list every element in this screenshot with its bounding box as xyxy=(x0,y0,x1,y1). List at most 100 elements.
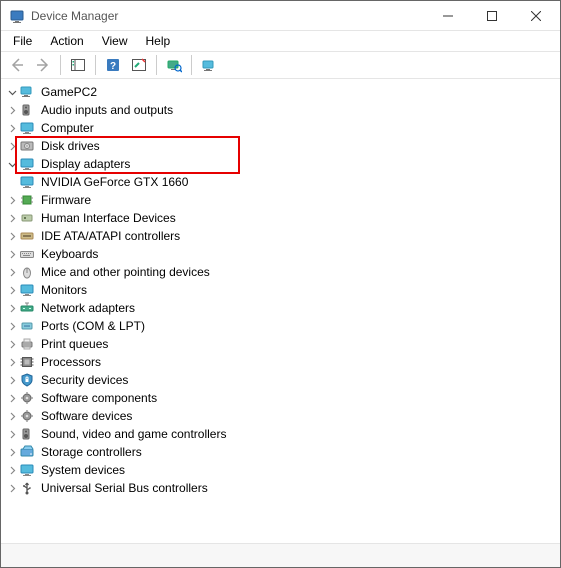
chevron-right-icon[interactable] xyxy=(5,373,19,387)
monitor-icon xyxy=(19,174,35,190)
tree-node-label: Universal Serial Bus controllers xyxy=(39,481,210,495)
tree-node-label: NVIDIA GeForce GTX 1660 xyxy=(39,175,190,189)
tree-root-node[interactable]: GamePC2 xyxy=(3,83,558,101)
chevron-right-icon[interactable] xyxy=(5,211,19,225)
chevron-right-icon[interactable] xyxy=(5,139,19,153)
chevron-right-icon[interactable] xyxy=(5,319,19,333)
tree-node-swdev[interactable]: Software devices xyxy=(3,407,558,425)
toolbar-separator xyxy=(191,55,192,75)
tree-node-label: Software components xyxy=(39,391,159,405)
tree-node-label: GamePC2 xyxy=(39,85,99,99)
chevron-down-icon[interactable] xyxy=(5,85,19,99)
chevron-right-icon[interactable] xyxy=(5,103,19,117)
back-button[interactable] xyxy=(5,54,29,76)
tree-node-label: Disk drives xyxy=(39,139,102,153)
chevron-down-icon[interactable] xyxy=(5,157,19,171)
close-button[interactable] xyxy=(514,1,558,30)
tree-node-disk[interactable]: Disk drives xyxy=(3,137,558,155)
chevron-right-icon[interactable] xyxy=(5,265,19,279)
chevron-right-icon[interactable] xyxy=(5,463,19,477)
tree-node-usb[interactable]: Universal Serial Bus controllers xyxy=(3,479,558,497)
tree-node-label: Display adapters xyxy=(39,157,132,171)
computer-root-icon xyxy=(19,84,35,100)
chevron-right-icon[interactable] xyxy=(5,121,19,135)
tree-node-security[interactable]: Security devices xyxy=(3,371,558,389)
mouse-icon xyxy=(19,264,35,280)
tree-node-system[interactable]: System devices xyxy=(3,461,558,479)
tree-node-printq[interactable]: Print queues xyxy=(3,335,558,353)
disk-icon xyxy=(19,138,35,154)
chevron-right-icon[interactable] xyxy=(5,445,19,459)
port-icon xyxy=(19,318,35,334)
scan-hardware-button[interactable] xyxy=(162,54,186,76)
tree-node-monitors[interactable]: Monitors xyxy=(3,281,558,299)
tree-device-node[interactable]: NVIDIA GeForce GTX 1660 xyxy=(3,173,558,191)
tree-node-label: Security devices xyxy=(39,373,130,387)
monitor-icon xyxy=(19,462,35,478)
chevron-right-icon[interactable] xyxy=(5,355,19,369)
usb-icon xyxy=(19,480,35,496)
chevron-right-icon[interactable] xyxy=(5,283,19,297)
tree-node-ports[interactable]: Ports (COM & LPT) xyxy=(3,317,558,335)
chevron-right-icon[interactable] xyxy=(5,229,19,243)
tree-node-label: System devices xyxy=(39,463,127,477)
menu-file[interactable]: File xyxy=(5,33,40,49)
tree-node-label: Monitors xyxy=(39,283,89,297)
titlebar: Device Manager xyxy=(1,1,560,31)
tree-node-sound[interactable]: Sound, video and game controllers xyxy=(3,425,558,443)
security-icon xyxy=(19,372,35,388)
minimize-button[interactable] xyxy=(426,1,470,30)
tree-node-display[interactable]: Display adapters xyxy=(3,155,558,173)
tree-node-label: Processors xyxy=(39,355,103,369)
tree-node-swcomp[interactable]: Software components xyxy=(3,389,558,407)
tree-node-label: Audio inputs and outputs xyxy=(39,103,175,117)
statusbar xyxy=(1,543,560,567)
monitor-icon xyxy=(19,120,35,136)
add-legacy-hardware-button[interactable] xyxy=(197,54,221,76)
chevron-right-icon xyxy=(5,175,19,189)
tree-node-mice[interactable]: Mice and other pointing devices xyxy=(3,263,558,281)
printer-icon xyxy=(19,336,35,352)
tree-node-processors[interactable]: Processors xyxy=(3,353,558,371)
tree-node-ide[interactable]: IDE ATA/ATAPI controllers xyxy=(3,227,558,245)
tree-node-label: Firmware xyxy=(39,193,93,207)
maximize-button[interactable] xyxy=(470,1,514,30)
gear-icon xyxy=(19,408,35,424)
tree-node-audio[interactable]: Audio inputs and outputs xyxy=(3,101,558,119)
toolbar-separator xyxy=(156,55,157,75)
tree-node-storage[interactable]: Storage controllers xyxy=(3,443,558,461)
menu-action[interactable]: Action xyxy=(42,33,91,49)
tree-node-label: Software devices xyxy=(39,409,134,423)
ide-icon xyxy=(19,228,35,244)
tree-node-hid[interactable]: Human Interface Devices xyxy=(3,209,558,227)
tree-node-keyboards[interactable]: Keyboards xyxy=(3,245,558,263)
toolbar-separator xyxy=(95,55,96,75)
speaker-icon xyxy=(19,426,35,442)
show-hide-tree-button[interactable] xyxy=(66,54,90,76)
tree-node-label: Sound, video and game controllers xyxy=(39,427,228,441)
tree-node-label: Network adapters xyxy=(39,301,137,315)
tree-node-firmware[interactable]: Firmware xyxy=(3,191,558,209)
tree-node-label: Ports (COM & LPT) xyxy=(39,319,147,333)
chevron-right-icon[interactable] xyxy=(5,301,19,315)
chevron-right-icon[interactable] xyxy=(5,193,19,207)
chevron-right-icon[interactable] xyxy=(5,391,19,405)
monitor-icon xyxy=(19,156,35,172)
tree-node-label: Computer xyxy=(39,121,96,135)
forward-button[interactable] xyxy=(31,54,55,76)
speaker-icon xyxy=(19,102,35,118)
action-button[interactable] xyxy=(127,54,151,76)
chevron-right-icon[interactable] xyxy=(5,427,19,441)
tree-node-network[interactable]: Network adapters xyxy=(3,299,558,317)
menu-help[interactable]: Help xyxy=(138,33,179,49)
chevron-right-icon[interactable] xyxy=(5,247,19,261)
tree-node-computer[interactable]: Computer xyxy=(3,119,558,137)
chevron-right-icon[interactable] xyxy=(5,337,19,351)
chevron-right-icon[interactable] xyxy=(5,481,19,495)
tree-node-label: IDE ATA/ATAPI controllers xyxy=(39,229,182,243)
chevron-right-icon[interactable] xyxy=(5,409,19,423)
device-tree-area: GamePC2 Audio inputs and outputs Computer D… xyxy=(1,79,560,543)
network-icon xyxy=(19,300,35,316)
help-button[interactable]: ? xyxy=(101,54,125,76)
menu-view[interactable]: View xyxy=(94,33,136,49)
